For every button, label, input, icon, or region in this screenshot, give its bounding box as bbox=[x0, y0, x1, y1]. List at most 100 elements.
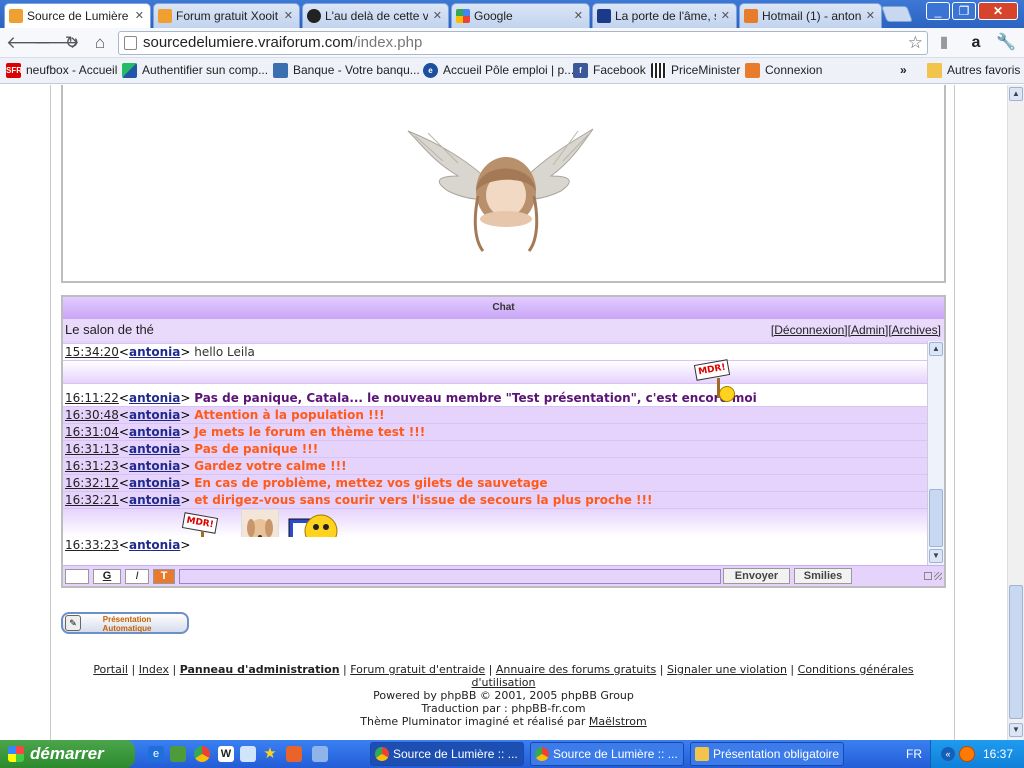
amazon-icon[interactable]: a bbox=[966, 33, 986, 53]
chat-box: Chat Le salon de thé [Déconnexion][Admin… bbox=[61, 295, 946, 588]
media-quicklaunch-icon[interactable] bbox=[286, 746, 302, 762]
chat-message: 16:11:22<antonia> Pas de panique, Catala… bbox=[63, 359, 928, 407]
close-tab-icon[interactable]: ✕ bbox=[135, 9, 144, 22]
page-scrollbar[interactable]: ▲ ▼ bbox=[1007, 85, 1024, 740]
text-color-button[interactable]: T bbox=[153, 569, 175, 584]
bookmarks-overflow-chevron-icon[interactable]: » bbox=[900, 63, 907, 77]
footer-link-admin-panel[interactable]: Panneau d'administration bbox=[180, 663, 340, 676]
clock[interactable]: 16:37 bbox=[983, 740, 1013, 768]
footer-link-annuaire[interactable]: Annuaire des forums gratuits bbox=[496, 663, 656, 676]
page-scroll-down-icon[interactable]: ▼ bbox=[1009, 723, 1023, 737]
chat-subheader: Le salon de thé [Déconnexion][Admin][Arc… bbox=[63, 319, 944, 341]
footer-link-forum-entraide[interactable]: Forum gratuit d'entraide bbox=[350, 663, 485, 676]
folder-icon bbox=[695, 747, 709, 761]
address-bar[interactable]: sourcedelumiere.vraiforum.com/index.php … bbox=[118, 31, 928, 55]
resize-window-icon[interactable] bbox=[924, 572, 932, 580]
desktop-quicklaunch-icon[interactable] bbox=[240, 746, 256, 762]
chat-message-input[interactable] bbox=[179, 569, 721, 584]
bookmark-pole-emploi[interactable]: e Accueil Pôle emploi | p... bbox=[423, 63, 574, 78]
footer-link-conditions[interactable]: Conditions générales bbox=[798, 663, 914, 676]
chat-input-bar: G I T Envoyer Smilies bbox=[63, 565, 944, 586]
chat-message: 16:33:23<antonia> bbox=[63, 537, 928, 554]
footer-link-conditions-2[interactable]: d'utilisation bbox=[471, 676, 535, 689]
logout-link[interactable]: [Déconnexion] bbox=[771, 323, 848, 337]
showdesktop-quicklaunch-icon[interactable] bbox=[312, 746, 328, 762]
footer-theme-author-link[interactable]: Maëlstrom bbox=[589, 715, 647, 728]
bold-button[interactable]: G bbox=[93, 569, 121, 584]
close-tab-icon[interactable]: ✕ bbox=[721, 9, 730, 22]
forward-icon[interactable]: 🡒 bbox=[34, 33, 80, 53]
presentation-automatique-button[interactable]: ✎ Présentation Automatique bbox=[61, 612, 189, 634]
new-tab-button[interactable] bbox=[881, 6, 913, 22]
tab-porte-de-l-ame[interactable]: La porte de l'âme, si ✕ bbox=[592, 3, 737, 28]
tab-forum-gratuit[interactable]: Forum gratuit Xooit ✕ bbox=[153, 3, 300, 28]
tab-hotmail[interactable]: Hotmail (1) - antonia ✕ bbox=[739, 3, 882, 28]
url-path: /index.php bbox=[353, 34, 423, 51]
scroll-thumb[interactable] bbox=[929, 489, 943, 547]
back-icon[interactable]: 🡐 bbox=[6, 33, 52, 53]
footer-link-index[interactable]: Index bbox=[139, 663, 169, 676]
smilies-button[interactable]: Smilies bbox=[794, 568, 852, 584]
page-scroll-thumb[interactable] bbox=[1009, 585, 1023, 719]
footer-links: Portail | Index | Panneau d'administrati… bbox=[93, 663, 914, 676]
document-icon bbox=[273, 63, 288, 78]
task-source-de-lumiere-2[interactable]: Source de Lumière :: ... bbox=[530, 742, 684, 766]
bookmark-star-icon[interactable]: ☆ bbox=[908, 32, 923, 54]
close-tab-icon[interactable]: ✕ bbox=[433, 9, 442, 22]
close-tab-icon[interactable]: ✕ bbox=[284, 9, 293, 22]
maximize-button[interactable]: ❐ bbox=[952, 2, 976, 20]
forum-page: Chat Le salon de thé [Déconnexion][Admin… bbox=[50, 85, 955, 740]
bookmark-neufbox[interactable]: SFR neufbox - Accueil bbox=[6, 63, 117, 78]
scroll-up-arrow-icon[interactable]: ▲ bbox=[929, 342, 943, 356]
close-tab-icon[interactable]: ✕ bbox=[866, 9, 875, 22]
page-scroll-up-icon[interactable]: ▲ bbox=[1009, 87, 1023, 101]
task-source-de-lumiere-1[interactable]: Source de Lumière :: ... bbox=[370, 742, 524, 766]
page-viewport: Chat Le salon de thé [Déconnexion][Admin… bbox=[0, 85, 1007, 740]
resize-grip-icon[interactable] bbox=[934, 572, 942, 580]
messenger-quicklaunch-icon[interactable] bbox=[170, 746, 186, 762]
archives-link[interactable]: [Archives] bbox=[888, 323, 941, 337]
ie-quicklaunch-icon[interactable]: e bbox=[148, 746, 164, 762]
close-tab-icon[interactable]: ✕ bbox=[574, 9, 583, 22]
sfr-icon: SFR bbox=[6, 63, 22, 78]
bank-icon bbox=[122, 63, 137, 78]
send-button[interactable]: Envoyer bbox=[723, 568, 790, 584]
scroll-down-arrow-icon[interactable]: ▼ bbox=[929, 549, 943, 563]
chrome-quicklaunch-icon[interactable] bbox=[194, 746, 210, 762]
start-button[interactable]: démarrer bbox=[0, 740, 135, 768]
bookmark-priceminister[interactable]: PriceMinister bbox=[651, 63, 740, 78]
color-button[interactable] bbox=[65, 569, 89, 584]
tray-arrow-icon[interactable]: « bbox=[941, 747, 955, 761]
footer-link-portail[interactable]: Portail bbox=[93, 663, 128, 676]
star-quicklaunch-icon[interactable]: ★ bbox=[262, 746, 278, 762]
tab-au-dela[interactable]: L'au delà de cette vi ✕ bbox=[302, 3, 449, 28]
forum-favicon-icon bbox=[9, 9, 23, 23]
bookmark-authentifier[interactable]: Authentifier sun comp... bbox=[122, 63, 268, 78]
minimize-button[interactable]: _ bbox=[926, 2, 950, 20]
footer-link-signaler[interactable]: Signaler une violation bbox=[667, 663, 787, 676]
other-bookmarks[interactable]: Autres favoris bbox=[927, 63, 1020, 78]
admin-link[interactable]: [Admin] bbox=[848, 323, 889, 337]
chrome-icon bbox=[535, 747, 549, 761]
home-icon[interactable]: ⌂ bbox=[90, 33, 110, 53]
browser-toolbar: 🡐 🡒 ↻ ⌂ sourcedelumiere.vraiforum.com/in… bbox=[0, 28, 1024, 58]
notepad-icon: ✎ bbox=[65, 615, 81, 631]
bookmark-facebook[interactable]: f Facebook bbox=[573, 63, 646, 78]
hotmail-favicon-icon bbox=[744, 9, 758, 23]
signal-bars-icon[interactable]: ▮ bbox=[934, 33, 954, 53]
reload-icon[interactable]: ↻ bbox=[62, 33, 82, 53]
tray-app-icon[interactable] bbox=[959, 746, 975, 762]
tab-google[interactable]: Google ✕ bbox=[451, 3, 590, 28]
word-quicklaunch-icon[interactable]: W bbox=[218, 746, 234, 762]
bookmark-connexion[interactable]: Connexion bbox=[745, 63, 822, 78]
wrench-menu-icon[interactable]: 🔧 bbox=[996, 33, 1016, 53]
tab-source-de-lumiere[interactable]: Source de Lumière : ✕ bbox=[4, 3, 151, 29]
close-window-button[interactable]: ✕ bbox=[978, 2, 1018, 20]
italic-button[interactable]: I bbox=[125, 569, 149, 584]
language-indicator[interactable]: FR bbox=[906, 740, 922, 768]
task-presentation-obligatoire[interactable]: Présentation obligatoire bbox=[690, 742, 844, 766]
bookmark-banque[interactable]: Banque - Votre banqu... bbox=[273, 63, 420, 78]
chat-scrollbar[interactable]: ▲ ▼ bbox=[927, 341, 944, 565]
chat-message: 16:32:12<antonia> En cas de problème, me… bbox=[63, 475, 928, 492]
page-icon bbox=[124, 36, 137, 50]
